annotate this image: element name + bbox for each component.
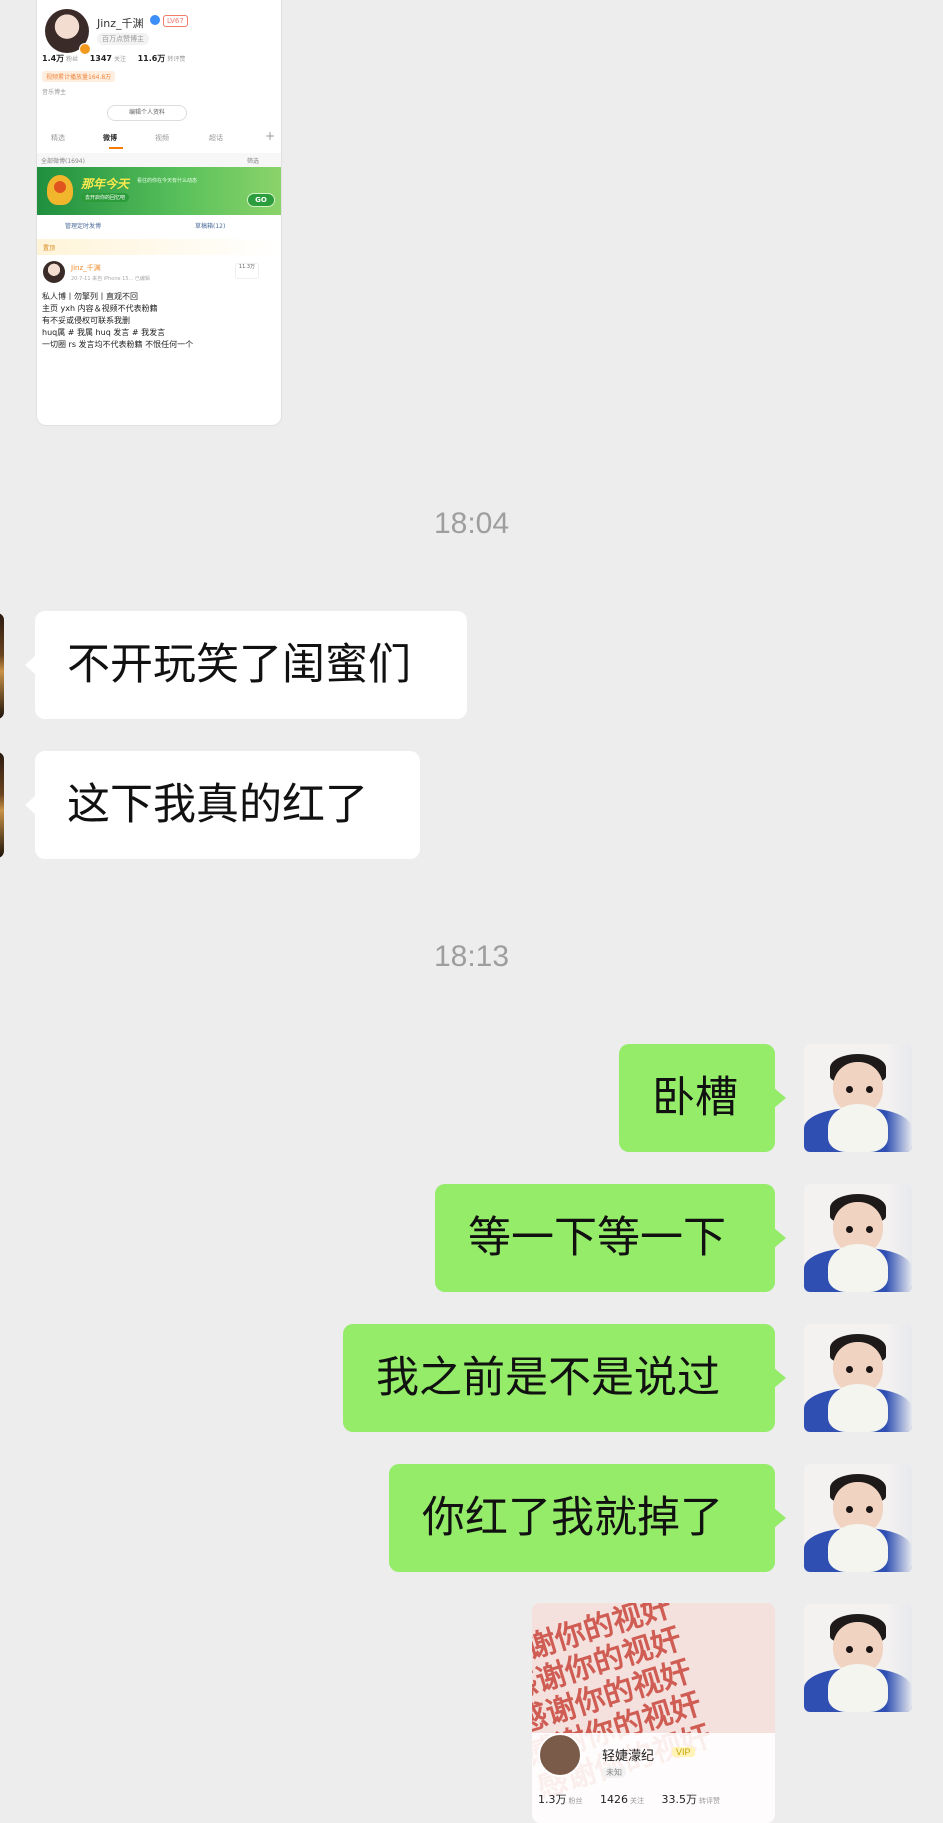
stat-value: 1347 [89, 54, 112, 63]
banner-subtitle: 看往的你在今天有什么动态 [137, 178, 198, 184]
message-bubble-outgoing[interactable]: 等一下等一下 [435, 1184, 786, 1292]
stat-label: 转评赞 [699, 1797, 720, 1805]
play-count: 视频累计播放量164.8万 [42, 71, 116, 82]
image-profile-sub: 未知 [602, 1767, 626, 1778]
stat-label: 粉丝 [66, 56, 79, 63]
post-line: 主页 yxh 内容＆视频不代表粉籍 [42, 304, 158, 313]
stat-label: 转评赞 [167, 56, 186, 63]
my-avatar[interactable] [804, 1184, 912, 1292]
timestamp: 18:13 [433, 940, 510, 973]
my-avatar[interactable] [804, 1324, 912, 1432]
profile-username: Jinz_千渊 [97, 17, 144, 30]
message-bubble-outgoing[interactable]: 你红了我就掉了 [389, 1464, 786, 1572]
banner-go-button: GO [247, 193, 275, 207]
peer-avatar[interactable] [0, 613, 4, 719]
list-header: 全部微博(1694) 筛选 [37, 153, 281, 167]
add-tab-icon: + [265, 129, 276, 143]
message-bubble-outgoing[interactable]: 卧槽 [619, 1044, 786, 1152]
memories-banner: 那年今天 看往的你在今天有什么动态 去开启你的回忆吧 GO [37, 167, 281, 215]
my-avatar[interactable] [804, 1044, 912, 1152]
mascot-icon [47, 175, 73, 205]
my-avatar[interactable] [804, 1604, 912, 1712]
list-count: 全部微博(1694) [41, 158, 85, 165]
image-message[interactable]: 感谢你的视奸 感谢你的视奸 感谢你的视奸 感谢你的视奸 感谢你的视奸 轻婕濛纪 … [532, 1603, 775, 1823]
post-line: 私人博丨勿擎列丨直观不回 [42, 292, 138, 301]
peer-avatar[interactable] [0, 752, 4, 858]
banner-title: 那年今天 [81, 177, 130, 191]
stat-value: 1.4万 [42, 54, 65, 63]
stat-value: 1.3万 [538, 1793, 567, 1806]
image-vip-badge: VIP [672, 1747, 695, 1757]
stat-value: 11.6万 [137, 54, 166, 63]
profile-tag: 音乐博主 [42, 89, 67, 96]
post-line: huq属 # 我属 huq 发言 # 我发言 [42, 328, 166, 337]
stat-label: 关注 [114, 56, 127, 63]
image-profile-stats: 1.3万 粉丝 1426 关注 33.5万 转评赞 [538, 1791, 734, 1807]
timestamp: 18:04 [433, 507, 510, 540]
post-line: 一切圈 rs 发言均不代表粉籍 不恨任何一个 [42, 340, 194, 349]
stat-label: 粉丝 [568, 1797, 583, 1805]
profile-tabs: 精选 微博 视频 超话 [37, 129, 281, 147]
post-actions: 管理定时发博 草稿箱(12) [37, 215, 281, 237]
post-meta: 20-7-11 来自 iPhone 15... 已编辑 [71, 276, 150, 282]
image-profile-avatar [538, 1733, 582, 1777]
stat-label: 关注 [630, 1797, 644, 1805]
filter-label: 筛选 [247, 158, 260, 165]
stat-value: 1426 [600, 1793, 628, 1806]
message-bubble-incoming[interactable]: 不开玩笑了闺蜜们 [25, 611, 467, 719]
post-line: 有不妥或侵权可联系我删 [42, 316, 130, 325]
message-bubble-outgoing[interactable]: 我之前是不是说过 [343, 1324, 786, 1432]
tab-supertopic: 超话 [209, 134, 223, 142]
post-avatar [43, 261, 65, 283]
stat-value: 33.5万 [661, 1793, 698, 1806]
profile-stats: 1.4万 粉丝 1347 关注 11.6万 转评赞 [42, 53, 194, 64]
schedule-posts: 管理定时发博 [65, 223, 102, 230]
tab-video: 视频 [155, 134, 169, 142]
profile-screenshot-message[interactable]: Jinz_千渊 LV67 百万点赞博主 1.4万 粉丝 1347 关注 11.6万转… [36, 0, 282, 426]
active-tab-indicator [109, 147, 123, 149]
post-count: 11.3万 [235, 263, 259, 279]
tab-featured: 精选 [51, 134, 65, 142]
profile-sub-label: 百万点赞博主 [97, 33, 149, 45]
drafts: 草稿箱(12) [195, 223, 226, 230]
my-avatar[interactable] [804, 1464, 912, 1572]
pinned-label: 置顶 [37, 239, 281, 255]
post-text: 私人博丨勿擎列丨直观不回 主页 yxh 内容＆视频不代表粉籍 有不妥或侵权可联系… [42, 291, 276, 351]
message-bubble-incoming[interactable]: 这下我真的红了 [25, 751, 420, 859]
banner-pill: 去开启你的回忆吧 [81, 193, 130, 202]
image-profile-name: 轻婕濛纪 [602, 1749, 655, 1764]
verified-check-icon [150, 15, 160, 25]
post-author: Jinz_千渊 [71, 264, 101, 272]
level-badge: LV67 [163, 15, 188, 27]
edit-profile-button: 编辑个人资料 [107, 105, 187, 121]
tab-weibo: 微博 [103, 134, 117, 142]
